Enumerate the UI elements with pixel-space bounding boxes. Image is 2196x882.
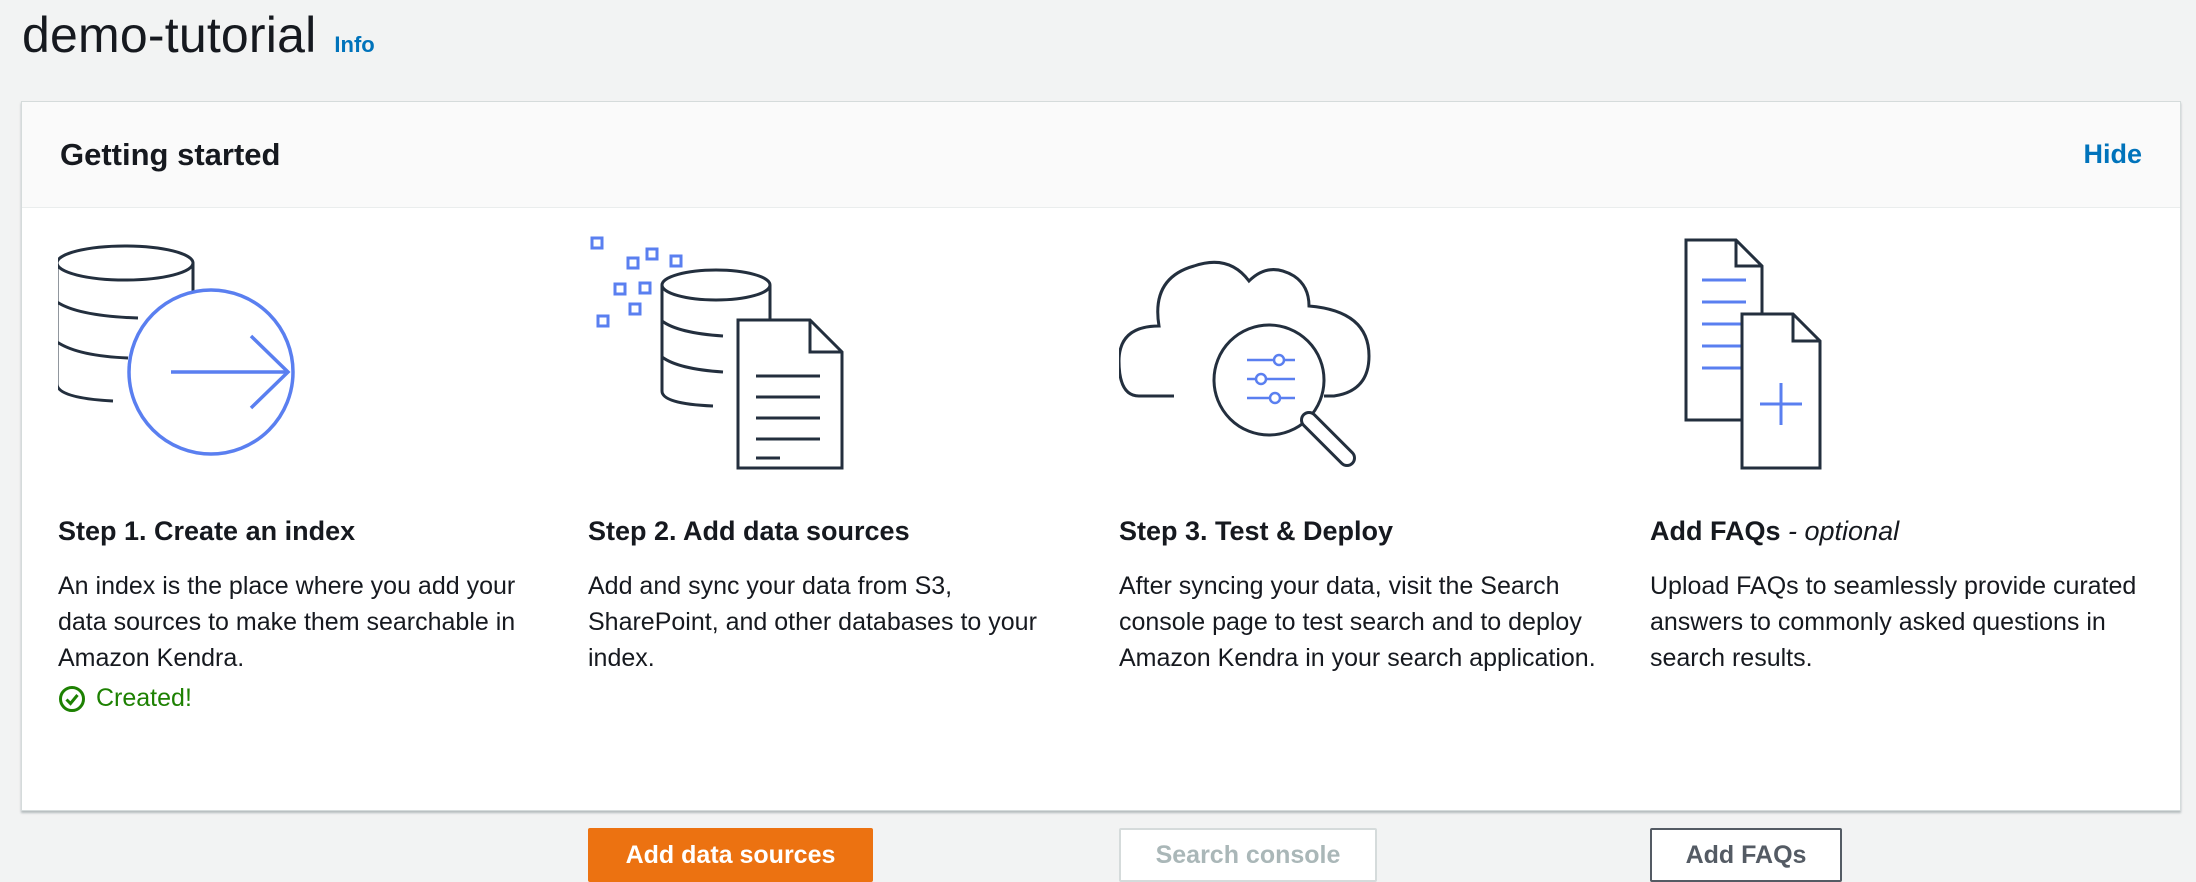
info-link[interactable]: Info (334, 32, 374, 58)
add-data-sources-button[interactable]: Add data sources (588, 828, 873, 882)
cloud-search-icon (1119, 260, 1371, 467)
steps-row: Step 1. Create an index An index is the … (22, 208, 2180, 882)
database-document-icon (590, 236, 844, 470)
step-title: Step 2. Add data sources (588, 516, 910, 546)
search-console-button[interactable]: Search console (1119, 828, 1377, 882)
page-title: demo-tutorial (22, 7, 317, 63)
page-header: demo-tutorial Info (22, 6, 375, 66)
step-description: An index is the place where you add your… (58, 572, 516, 672)
step-description: After syncing your data, visit the Searc… (1119, 572, 1596, 672)
step-title-text: Add FAQs (1650, 516, 1781, 546)
step-title: Step 1. Create an index (58, 516, 356, 546)
step-create-index: Step 1. Create an index An index is the … (58, 208, 558, 808)
faq-documents-icon (1684, 238, 1822, 470)
getting-started-panel: Getting started Hide Step 1. Create an i… (21, 101, 2181, 882)
status-text: Created! (96, 684, 192, 712)
step-test-deploy: Step 3. Test & Deploy After syncing your… (1119, 208, 1619, 882)
step-description: Add and sync your data from S3, SharePoi… (588, 572, 1037, 672)
hide-link[interactable]: Hide (2083, 139, 2142, 170)
step-add-faqs: Add FAQs - optional Upload FAQs to seaml… (1650, 208, 2150, 882)
step-description: Upload FAQs to seamlessly provide curate… (1650, 572, 2137, 672)
optional-label: - optional (1788, 516, 1900, 546)
status-created: Created! (58, 684, 192, 713)
check-circle-icon (59, 685, 85, 712)
database-arrow-icon (58, 244, 295, 456)
step-title: Add FAQs - optional (1650, 516, 1899, 547)
step-add-data-sources: Step 2. Add data sources Add and sync yo… (588, 208, 1088, 882)
panel-header: Getting started Hide (22, 102, 2180, 208)
step-title: Step 3. Test & Deploy (1119, 516, 1394, 546)
panel-title: Getting started (60, 136, 281, 172)
add-faqs-button[interactable]: Add FAQs (1650, 828, 1842, 882)
